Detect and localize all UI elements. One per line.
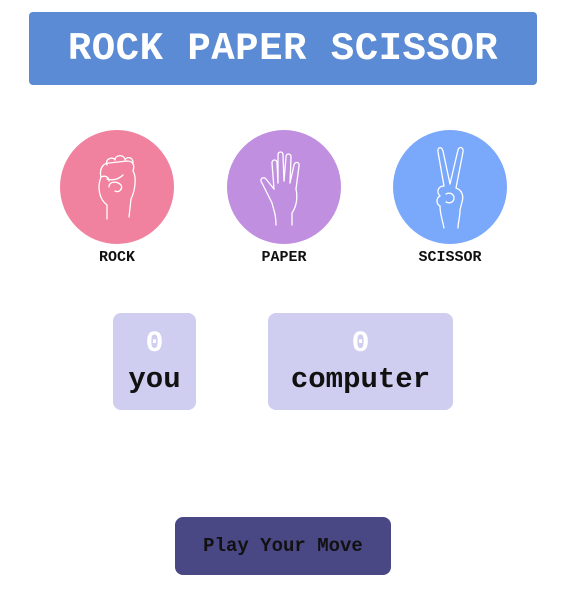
paper-choice-button[interactable] [227,130,341,244]
rock-choice-button[interactable] [60,130,174,244]
play-move-button[interactable]: Play Your Move [175,517,391,575]
open-hand-icon [260,151,300,226]
scissor-label: SCISSOR [418,249,482,266]
rock-label: ROCK [98,249,135,266]
computer-score-card: 0 computer [268,313,453,410]
computer-score-label: computer [290,362,431,396]
paper-label: PAPER [261,249,307,266]
computer-score-value: 0 [351,326,370,361]
you-score-card: 0 you [113,313,196,410]
peace-hand-icon [436,146,464,229]
you-score-value: 0 [145,326,164,361]
scissor-choice-button[interactable] [393,130,507,244]
you-score-label: you [128,362,181,396]
page-title: ROCK PAPER SCISSOR [29,12,537,85]
fist-icon [98,155,136,220]
